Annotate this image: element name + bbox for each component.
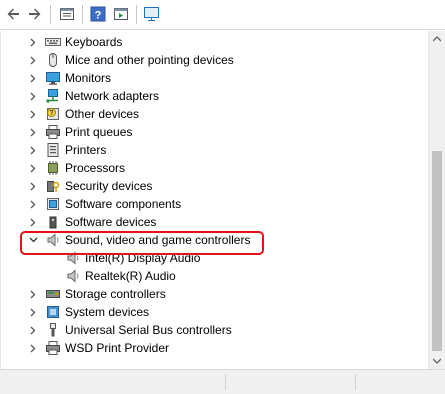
tree-category-item[interactable]: Security devices [1,177,429,195]
scroll-down-arrow-icon[interactable] [429,353,445,369]
software-device-icon [45,214,61,230]
chevron-right-icon[interactable] [28,322,38,338]
chevron-right-icon[interactable] [28,142,38,158]
chevron-right-icon[interactable] [28,34,38,50]
vertical-scrollbar[interactable] [428,31,445,369]
monitor-icon [45,70,61,86]
tree-category-item[interactable]: Storage controllers [1,285,429,303]
tree-item-label: Mice and other pointing devices [65,53,234,67]
help-icon[interactable]: ? [89,5,107,23]
tree-item-label: Print queues [65,125,133,139]
chevron-right-icon[interactable] [28,178,38,194]
device-tree[interactable]: Keyboards Mice and other pointing devices… [0,31,429,369]
action-pane-icon[interactable] [112,5,130,23]
tree-category-item[interactable]: WSD Print Provider [1,339,429,357]
chevron-right-icon[interactable] [28,286,38,302]
print-queue-icon [45,124,61,140]
status-bar [0,369,445,394]
tree-item-label: Network adapters [65,89,160,103]
processor-icon [45,160,61,176]
tree-item-label: Storage controllers [65,287,166,301]
monitor-scan-icon[interactable] [143,5,161,23]
other-device-icon: ? [45,106,61,122]
storage-controller-icon [45,286,61,302]
status-separator [225,374,226,390]
tree-category-item[interactable]: Software components [1,195,429,213]
chevron-right-icon[interactable] [28,70,38,86]
chevron-right-icon[interactable] [28,340,38,356]
chevron-right-icon[interactable] [28,106,38,122]
tree-category-item[interactable]: Network adapters [1,87,429,105]
toolbar-separator [50,5,51,24]
tree-category-item[interactable]: Printers [1,141,429,159]
svg-text:?: ? [95,10,102,22]
scrollbar-thumb[interactable] [432,151,442,351]
chevron-right-icon[interactable] [28,124,38,140]
svg-text:?: ? [50,110,54,117]
highlight-box [20,231,264,255]
tree-item-label: Security devices [65,179,153,193]
tree-item-label: System devices [65,305,150,319]
tree-item-label: Universal Serial Bus controllers [65,323,232,337]
printer-icon [45,142,61,158]
security-device-icon [45,178,61,194]
network-adapter-icon [45,88,61,104]
tree-item-label: Printers [65,143,107,157]
forward-arrow-icon[interactable] [26,5,44,23]
tree-item-label: Realtek(R) Audio [85,269,176,283]
tree-category-item[interactable]: Software devices [1,213,429,231]
chevron-right-icon[interactable] [28,52,38,68]
tree-category-item[interactable]: System devices [1,303,429,321]
keyboard-icon [45,34,61,50]
chevron-right-icon[interactable] [28,160,38,176]
toolbar-separator [82,5,83,24]
scroll-up-arrow-icon[interactable] [429,31,445,47]
tree-item-label: Keyboards [65,35,123,49]
tree-category-item[interactable]: Processors [1,159,429,177]
chevron-right-icon[interactable] [28,196,38,212]
tree-item-label: Processors [65,161,126,175]
usb-icon [45,322,61,338]
tree-category-item[interactable]: Monitors [1,69,429,87]
tree-category-item[interactable]: ? Other devices [1,105,429,123]
properties-icon[interactable] [58,5,76,23]
tree-category-item[interactable]: Print queues [1,123,429,141]
system-device-icon [45,304,61,320]
tree-child-item[interactable]: Realtek(R) Audio [1,267,429,285]
software-component-icon [45,196,61,212]
wsd-printer-icon [45,340,61,356]
chevron-right-icon[interactable] [28,304,38,320]
tree-item-label: WSD Print Provider [65,341,170,355]
tree-item-label: Software devices [65,215,157,229]
tree-category-item[interactable]: Keyboards [1,33,429,51]
status-separator [355,374,356,390]
back-arrow-icon[interactable] [4,5,22,23]
tree-category-item[interactable]: Universal Serial Bus controllers [1,321,429,339]
toolbar-separator [136,5,137,24]
tree-category-item[interactable]: Mice and other pointing devices [1,51,429,69]
tree-item-label: Other devices [65,107,140,121]
chevron-right-icon[interactable] [28,214,38,230]
toolbar: ? [0,0,445,30]
tree-item-label: Monitors [65,71,112,85]
mouse-icon [45,52,61,68]
speaker-icon [65,268,81,284]
chevron-right-icon[interactable] [28,88,38,104]
tree-item-label: Software components [65,197,182,211]
